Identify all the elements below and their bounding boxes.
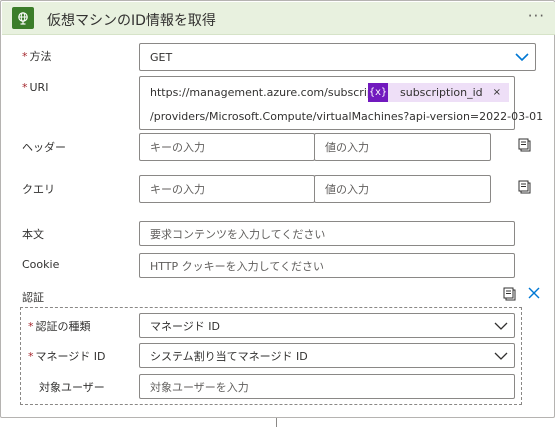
header-key-input[interactable]: キーの入力 (139, 133, 315, 161)
uri-field[interactable]: https://management.azure.com/subscriptio… (139, 76, 543, 130)
switch-to-text-mode-icon[interactable] (503, 287, 517, 301)
query-key-input[interactable]: キーの入力 (139, 175, 315, 203)
audience-input[interactable]: 対象ユーザーを入力 (139, 374, 515, 399)
authentication-label: 認証 (22, 291, 44, 304)
required-mark: * (22, 81, 28, 94)
action-title[interactable]: 仮想マシンのID情報を取得 (47, 10, 216, 30)
uri-text-prefix: https://management.azure.com/subscriptio… (150, 86, 405, 99)
cookie-input[interactable]: HTTP クッキーを入力してください (139, 253, 515, 278)
method-dropdown[interactable]: GET (139, 43, 536, 71)
switch-to-text-mode-icon[interactable] (518, 138, 532, 152)
header-value-input[interactable]: 値の入力 (314, 133, 491, 161)
action-header[interactable]: 仮想マシンのID情報を取得 ··· (2, 2, 555, 35)
required-mark: * (22, 50, 28, 63)
query-value-input[interactable]: 値の入力 (314, 175, 491, 203)
subscription-id-token[interactable]: {x} subscription_id × (368, 83, 510, 102)
body-input[interactable]: 要求コンテンツを入力してください (139, 221, 515, 246)
headers-label: ヘッダー (22, 141, 66, 154)
managed-identity-dropdown[interactable]: システム割り当てマネージド ID (139, 343, 515, 368)
more-options-icon[interactable]: ··· (528, 7, 545, 25)
body-label: 本文 (22, 228, 44, 241)
method-label: * 方法 (22, 50, 52, 63)
uri-label: * URI (22, 81, 49, 94)
switch-to-text-mode-icon[interactable] (518, 180, 532, 194)
globe-icon (12, 7, 34, 29)
variable-icon: {x} (368, 83, 388, 102)
managed-identity-label: * マネージド ID (28, 350, 106, 363)
auth-type-value: マネージド ID (150, 319, 220, 333)
managed-identity-value: システム割り当てマネージド ID (150, 349, 308, 363)
queries-label: クエリ (22, 183, 55, 196)
chevron-down-icon (494, 352, 508, 360)
token-label: subscription_id (400, 86, 483, 99)
required-mark: * (28, 350, 34, 363)
uri-text-suffix: /providers/Microsoft.Compute/virtualMach… (150, 110, 544, 123)
chevron-down-icon (494, 322, 508, 330)
required-mark: * (28, 320, 34, 333)
remove-token-icon[interactable]: × (493, 87, 501, 98)
close-icon[interactable] (528, 287, 540, 299)
method-value: GET (150, 50, 173, 64)
auth-type-label: * 認証の種類 (28, 320, 91, 333)
flow-connector (276, 418, 277, 427)
audience-label: 対象ユーザー (39, 381, 105, 394)
auth-type-dropdown[interactable]: マネージド ID (139, 313, 515, 338)
http-action-card: 仮想マシンのID情報を取得 ··· * 方法 GET * URI https://m… (0, 0, 555, 418)
chevron-down-icon (515, 53, 529, 62)
cookie-label: Cookie (22, 258, 60, 271)
